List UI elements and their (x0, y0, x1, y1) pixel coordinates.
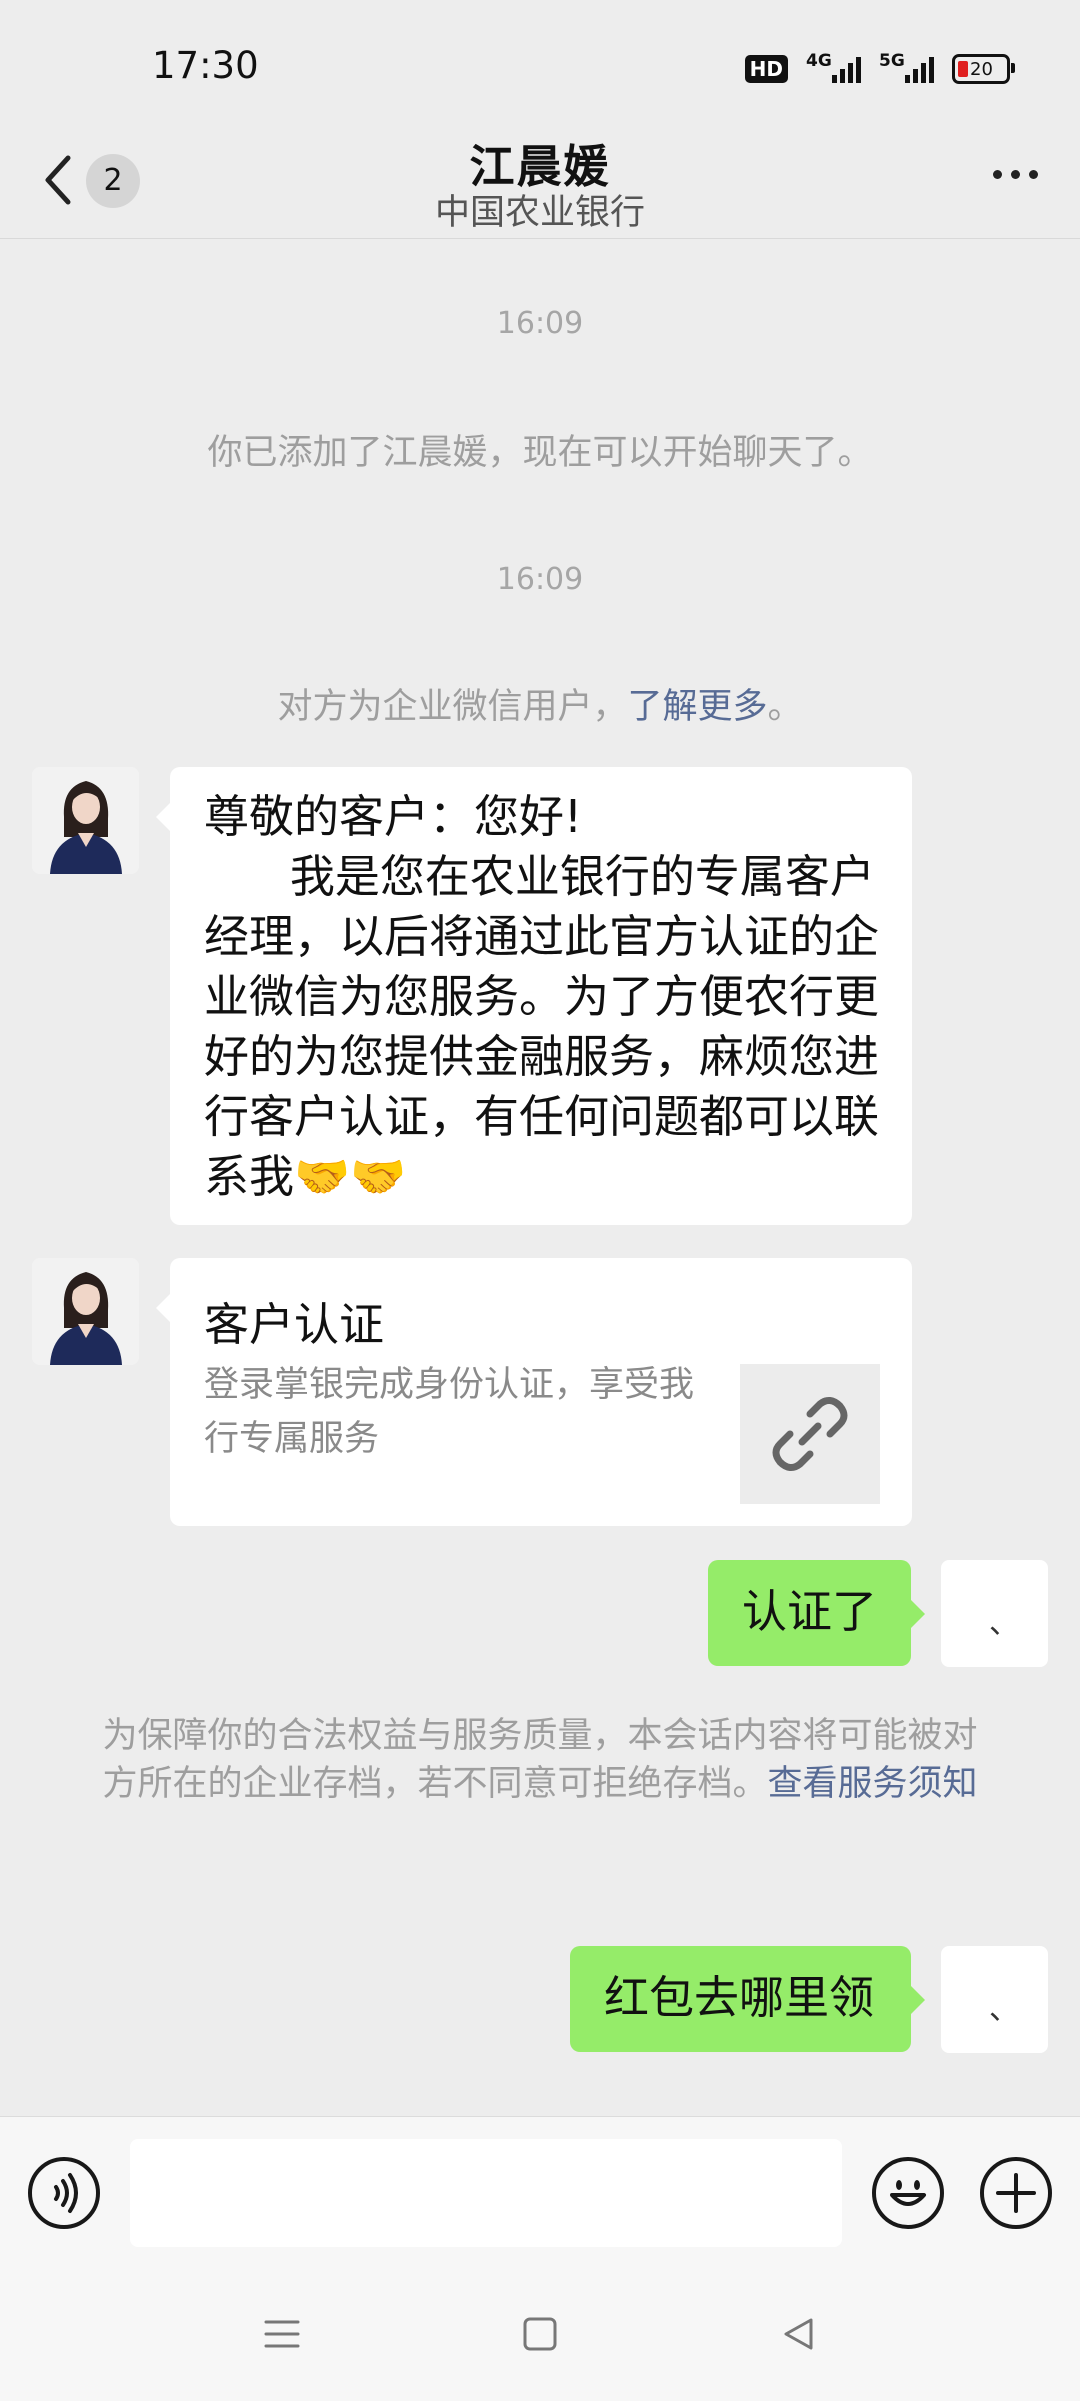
battery-icon: 20 (952, 54, 1015, 84)
signal-5g-icon: 5G (879, 51, 934, 83)
outgoing-message-bubble[interactable]: 认证了 (708, 1560, 925, 1666)
contact-avatar[interactable] (32, 767, 139, 874)
status-time: 17:30 (152, 44, 259, 87)
outgoing-message-bubble[interactable]: 红包去哪里领 (570, 1946, 925, 2052)
outgoing-message-text: 红包去哪里领 (604, 1971, 875, 2024)
incoming-message-text: 尊敬的客户：您好! 我是您在农业银行的专属客户经理，以后将通过此官方认证的企业微… (204, 790, 880, 1203)
contact-avatar[interactable] (32, 1258, 139, 1365)
system-message-added: 你已添加了江晨媛，现在可以开始聊天了。 (207, 433, 873, 473)
hd-icon: HD (744, 55, 788, 83)
message-input[interactable] (130, 2139, 842, 2247)
message-timestamp: 16:09 (496, 562, 584, 597)
more-functions-button[interactable] (980, 2157, 1052, 2229)
archive-notice: 为保障你的合法权益与服务质量，本会话内容将可能被对方所在的企业存档，若不同意可拒… (102, 1716, 978, 1804)
battery-level: 20 (970, 58, 993, 80)
outgoing-message-text: 认证了 (742, 1585, 878, 1638)
back-triangle-icon[interactable] (778, 2314, 818, 2354)
system-message-enterprise: 对方为企业微信用户，了解更多。 (277, 687, 803, 727)
message-timestamp: 16:09 (496, 306, 584, 341)
avatar-portrait-icon (32, 767, 139, 874)
system-navigation-bar (0, 2270, 1080, 2400)
contact-organization: 中国农业银行 (434, 193, 645, 233)
card-thumbnail (740, 1364, 880, 1504)
signal-4g-icon: 4G (806, 51, 861, 83)
chat-header: 2 江晨媛 中国农业银行 (0, 130, 1080, 239)
self-avatar[interactable]: 、 (941, 1560, 1048, 1667)
home-icon[interactable] (520, 2314, 560, 2354)
incoming-message-bubble[interactable]: 尊敬的客户：您好! 我是您在农业银行的专属客户经理，以后将通过此官方认证的企业微… (156, 767, 912, 1225)
more-dots-icon (993, 170, 1002, 179)
self-avatar[interactable]: 、 (941, 1946, 1048, 2053)
more-options-button[interactable] (993, 170, 1038, 179)
status-bar: 17:30 HD 4G 5G 20 (0, 0, 1080, 130)
avatar-portrait-icon (32, 1258, 139, 1365)
plus-icon (996, 2173, 1036, 2213)
card-title: 客户认证 (204, 1298, 385, 1351)
service-terms-link[interactable]: 查看服务须知 (768, 1764, 978, 1804)
menu-icon[interactable] (262, 2314, 302, 2354)
voice-button[interactable] (28, 2157, 100, 2229)
voice-icon (54, 2173, 78, 2213)
status-icons: HD 4G 5G 20 (744, 51, 1015, 86)
emoji-button[interactable] (872, 2157, 944, 2229)
link-icon (772, 1397, 848, 1471)
link-card[interactable]: 客户认证 登录掌银完成身份认证，享受我行专属服务 (156, 1258, 912, 1526)
learn-more-link[interactable]: 了解更多 (627, 687, 767, 727)
card-description: 登录掌银完成身份认证，享受我行专属服务 (204, 1365, 695, 1459)
emoji-icon (890, 2180, 926, 2206)
